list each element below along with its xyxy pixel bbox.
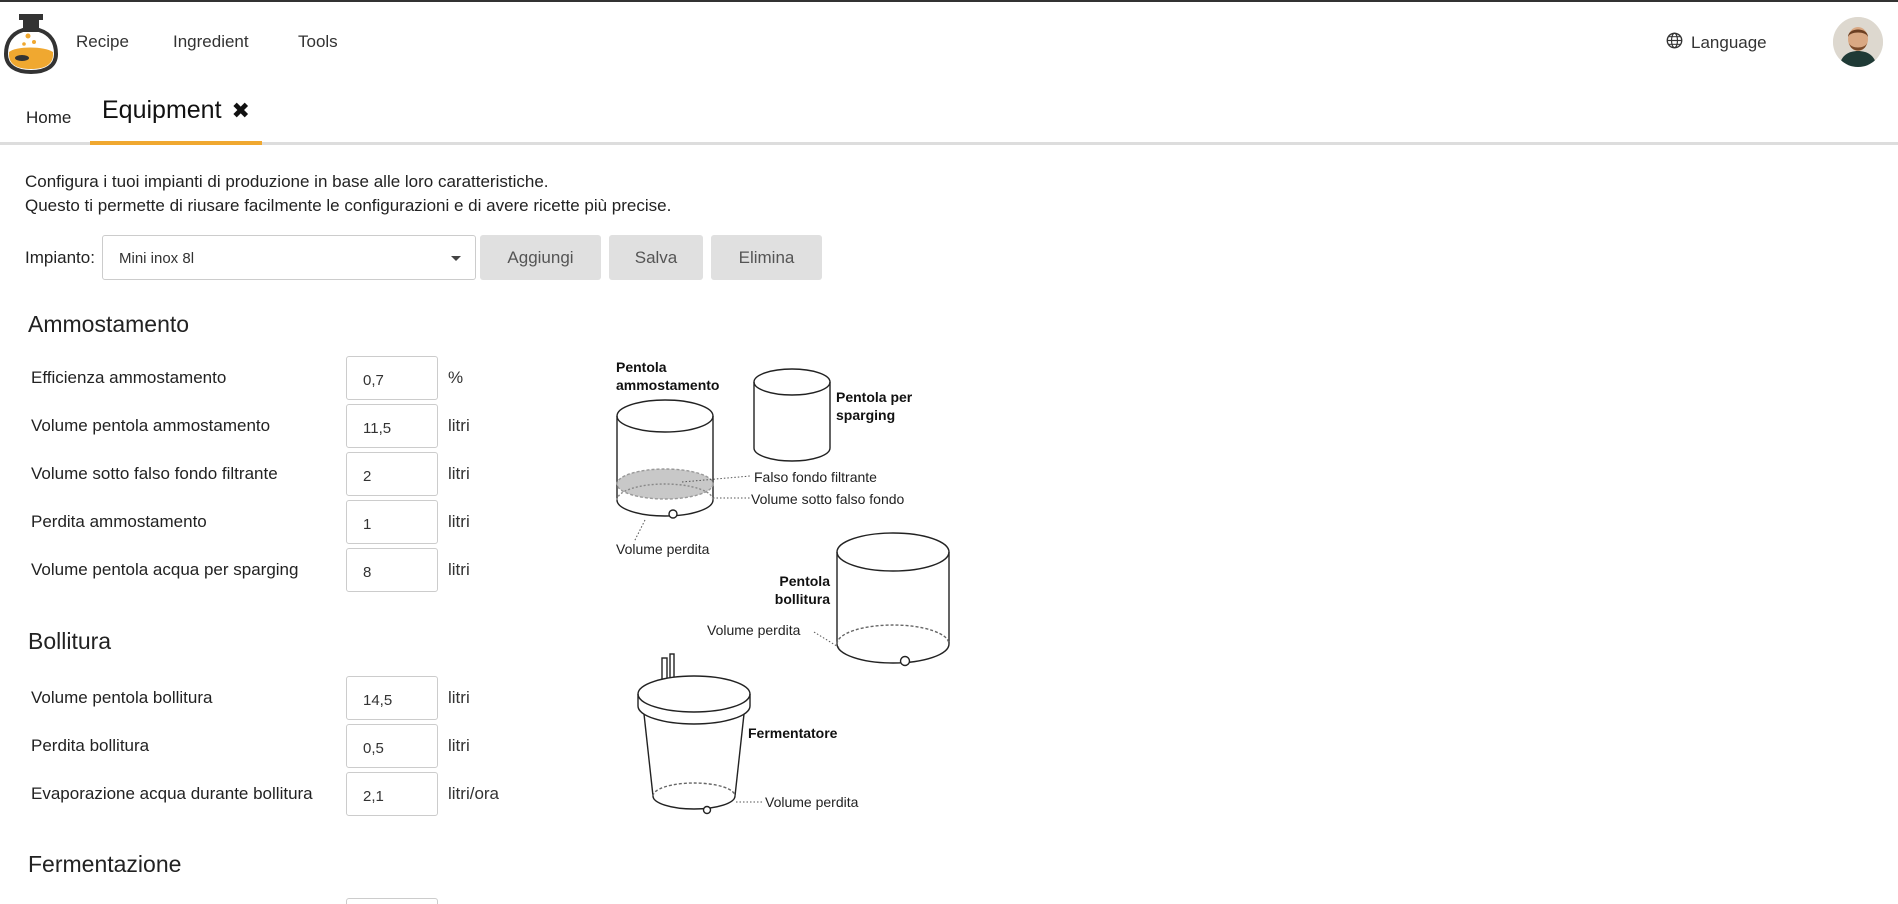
boil-loss-input[interactable]: 0,5	[346, 724, 438, 768]
tab-home[interactable]: Home	[26, 108, 71, 128]
diagram-ferm-loss-label: Volume perdita	[765, 794, 859, 810]
mash-efficiency-unit: %	[448, 368, 464, 387]
description-line-1: Configura i tuoi impianti di produzione …	[25, 172, 549, 191]
section-title-mash: Ammostamento	[28, 311, 190, 337]
mash-pot-volume-input[interactable]: 11,5	[346, 404, 438, 448]
diagram-sparge-pot-label-1: Pentola per	[836, 389, 913, 405]
diagram-boil-pot-label-2: bollitura	[775, 591, 830, 607]
boil-pot-volume-unit: litri	[448, 688, 470, 707]
diagram-mash-loss-label: Volume perdita	[616, 541, 710, 557]
evaporation-unit: litri/ora	[448, 784, 500, 803]
false-bottom-volume-label: Volume sotto falso fondo filtrante	[31, 464, 278, 483]
boil-loss-unit: litri	[448, 736, 470, 755]
add-button[interactable]: Aggiungi	[480, 235, 601, 280]
close-icon[interactable]: ✖	[232, 98, 250, 124]
mash-pot-drawing	[616, 399, 714, 519]
top-navbar: Recipe Ingredient Tools Language	[0, 2, 1898, 80]
boil-pot-drawing	[836, 532, 950, 667]
evaporation-input[interactable]: 2,1	[346, 772, 438, 816]
language-selector[interactable]: Language	[1666, 32, 1767, 54]
language-label: Language	[1691, 33, 1767, 52]
boil-loss-label: Perdita bollitura	[31, 736, 150, 755]
nav-tools[interactable]: Tools	[298, 32, 338, 52]
diagram-false-bottom-label: Falso fondo filtrante	[754, 469, 877, 485]
equipment-diagram: Pentola ammostamento Falso fondo filtran…	[600, 352, 980, 832]
mash-pot-volume-label: Volume pentola ammostamento	[31, 416, 271, 435]
section-title-boil: Bollitura	[28, 628, 112, 654]
sparge-pot-drawing	[753, 368, 831, 462]
flask-logo-icon[interactable]	[3, 14, 60, 75]
avatar[interactable]	[1833, 17, 1883, 67]
impianto-selected-value: Mini inox 8l	[119, 250, 195, 267]
fermenter-drawing	[637, 653, 751, 815]
mash-loss-label: Perdita ammostamento	[31, 512, 207, 531]
save-button[interactable]: Salva	[609, 235, 703, 280]
mash-loss-leader	[633, 519, 646, 543]
false-bottom-volume-unit: litri	[448, 464, 470, 483]
diagram-mash-pot-label-1: Pentola	[616, 359, 667, 375]
boil-pot-volume-input[interactable]: 14,5	[346, 676, 438, 720]
evaporation-label: Evaporazione acqua durante bollitura	[31, 784, 313, 803]
mash-loss-input[interactable]: 1	[346, 500, 438, 544]
boil-loss-leader	[813, 631, 841, 649]
sparge-pot-volume-label: Volume pentola acqua per sparging	[31, 560, 299, 579]
tab-bar: Home Equipment ✖	[0, 90, 1898, 145]
impianto-label: Impianto:	[25, 248, 95, 267]
sparge-pot-volume-unit: litri	[448, 560, 470, 579]
description-line-2: Questo ti permette di riusare facilmente…	[25, 196, 672, 215]
globe-icon	[1666, 32, 1683, 54]
tab-equipment-label: Equipment	[102, 96, 222, 124]
boil-pot-volume-label: Volume pentola bollitura	[31, 688, 213, 707]
diagram-fermenter-label: Fermentatore	[748, 725, 838, 741]
page-description: Configura i tuoi impianti di produzione …	[25, 170, 671, 218]
mash-efficiency-input[interactable]: 0,7	[346, 356, 438, 400]
mash-pot-volume-unit: litri	[448, 416, 470, 435]
delete-button[interactable]: Elimina	[711, 235, 822, 280]
fermentation-first-input[interactable]	[346, 898, 438, 904]
diagram-sparge-pot-label-2: sparging	[836, 407, 895, 423]
sparge-pot-volume-input[interactable]: 8	[346, 548, 438, 592]
diagram-boil-pot-label-1: Pentola	[779, 573, 830, 589]
nav-recipe[interactable]: Recipe	[76, 32, 129, 52]
false-bottom-volume-input[interactable]: 2	[346, 452, 438, 496]
nav-ingredient[interactable]: Ingredient	[173, 32, 249, 52]
diagram-under-false-bottom-label: Volume sotto falso fondo	[751, 491, 905, 507]
impianto-select[interactable]: Mini inox 8l	[102, 235, 476, 280]
diagram-mash-pot-label-2: ammostamento	[616, 377, 719, 393]
tab-equipment[interactable]: Equipment ✖	[90, 90, 262, 145]
section-title-fermentation: Fermentazione	[28, 851, 182, 877]
diagram-boil-loss-label: Volume perdita	[707, 622, 801, 638]
chevron-down-icon	[451, 256, 461, 261]
mash-loss-unit: litri	[448, 512, 470, 531]
mash-efficiency-label: Efficienza ammostamento	[31, 368, 227, 387]
